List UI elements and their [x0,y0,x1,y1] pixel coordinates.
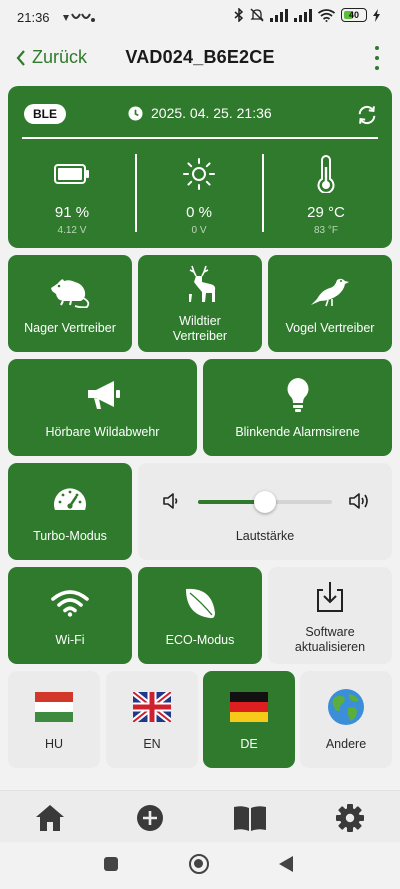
chevron-left-icon [16,49,25,66]
status-bar: 21:36 40 [0,0,400,36]
datetime-text: 2025. 04. 25. 21:36 [151,105,272,121]
download-icon [317,581,343,612]
eco-mode-button[interactable]: ECO-Modus [138,567,262,664]
signal-icon [270,8,288,22]
update-label-line2: aktualisieren [294,639,366,654]
germany-flag-icon [230,692,268,722]
mute-icon [250,8,264,22]
hungary-flag-icon [35,692,73,722]
update-label-line1: Software [305,624,355,639]
bird-repeller-button[interactable]: Vogel Vertreiber [268,255,392,352]
rat-icon [51,279,90,308]
wifi-icon [51,590,89,617]
bluetooth-icon [234,8,244,22]
flashing-label: Blinkende Alarmsirene [235,425,360,439]
battery-voltage: 4.12 V [57,225,87,236]
wildlife-label-line2: Vertreiber [172,328,228,343]
wifi-button[interactable]: Wi-Fi [8,567,132,664]
device-status-card: BLE 2025. 04. 25. 21:36 91 % 4.12 V 0 % … [8,86,392,248]
language-hu-label: HU [44,737,64,751]
device-datetime: 2025. 04. 25. 21:36 [128,105,272,121]
software-update-button[interactable]: Software aktualisieren [268,567,392,664]
rodent-repeller-button[interactable]: Nager Vertreiber [8,255,132,352]
battery-value: 91 % [54,204,90,221]
light-value: 0 % [186,204,212,221]
uk-flag-icon [133,692,171,722]
back-label: Zurück [32,47,88,67]
back-button[interactable]: Zurück [16,47,87,68]
turbo-label: Turbo-Modus [33,529,107,543]
deer-icon [189,265,216,302]
nav-add[interactable] [133,801,167,835]
refresh-button[interactable] [356,104,378,131]
wildlife-label: Wildtier Vertreiber [173,314,227,344]
temperature-metric: 29 °C 83 °F [266,154,386,236]
audible-label: Hörbare Wildabwehr [45,425,160,439]
bird-label: Vogel Vertreiber [285,321,375,335]
language-other-button[interactable]: Andere [300,671,392,768]
nav-home[interactable] [33,801,67,835]
app-bar: VAD024_B6E2CE Zurück [0,36,400,82]
sun-icon [183,158,215,190]
light-metric: 0 % 0 V [139,154,259,236]
bottom-navigation [0,790,400,842]
add-circle-icon [137,805,163,831]
wildlife-label-line1: Wildtier [179,313,221,328]
wildlife-repeller-button[interactable]: Wildtier Vertreiber [138,255,262,352]
volume-label: Lautstärke [235,529,295,543]
temperature-celsius: 29 °C [307,204,345,221]
update-label: Software aktualisieren [295,625,365,655]
megaphone-icon [87,381,120,409]
language-en-button[interactable]: EN [106,671,198,768]
book-icon [234,806,266,831]
audible-deterrent-button[interactable]: Hörbare Wildabwehr [8,359,197,456]
light-voltage: 0 V [191,225,207,236]
nav-settings[interactable] [333,801,367,835]
language-de-button[interactable]: DE [203,671,295,768]
language-en-label: EN [143,737,161,751]
status-time: 21:36 [17,10,50,25]
battery-metric: 91 % 4.12 V [12,154,132,236]
rodent-label: Nager Vertreiber [24,321,116,335]
nav-guide[interactable] [233,801,267,835]
metric-separator [135,154,137,232]
more-options-button[interactable] [370,46,384,70]
battery-full-icon [54,164,89,184]
settings-icon [336,804,364,832]
globe-icon [328,689,364,725]
home-system-button[interactable] [189,854,209,874]
charging-icon [373,8,380,22]
back-system-button[interactable] [278,855,294,873]
signal-icon-2 [294,8,312,22]
card-divider [22,137,378,139]
turbo-mode-button[interactable]: Turbo-Modus [8,463,132,560]
speedometer-icon [54,488,86,510]
language-hu-button[interactable]: HU [8,671,100,768]
lightbulb-icon [287,378,308,412]
language-de-label: DE [240,737,258,751]
status-right-icons: 40 [234,8,380,22]
notification-icons [62,11,96,29]
eco-label: ECO-Modus [165,633,235,647]
battery-status-text: 40 [348,10,359,20]
refresh-icon [358,105,376,125]
battery-status-icon: 40 [341,8,367,22]
language-other-label: Andere [325,737,367,751]
temperature-fahrenheit: 83 °F [313,225,338,236]
system-navigation-bar [0,842,400,889]
metric-separator [262,154,264,232]
leaf-icon [186,588,215,619]
wifi-status-icon [318,8,335,22]
wifi-label: Wi-Fi [55,633,85,647]
clock-icon [128,105,143,121]
volume-high-icon[interactable] [348,491,372,511]
bird-icon [311,278,349,307]
recents-button[interactable] [104,857,118,871]
flashing-alarm-button[interactable]: Blinkende Alarmsirene [203,359,392,456]
volume-slider-thumb[interactable] [254,491,276,513]
home-icon [36,805,64,831]
thermometer-icon [317,155,335,193]
volume-low-icon[interactable] [162,493,180,509]
connection-badge: BLE [24,104,66,124]
